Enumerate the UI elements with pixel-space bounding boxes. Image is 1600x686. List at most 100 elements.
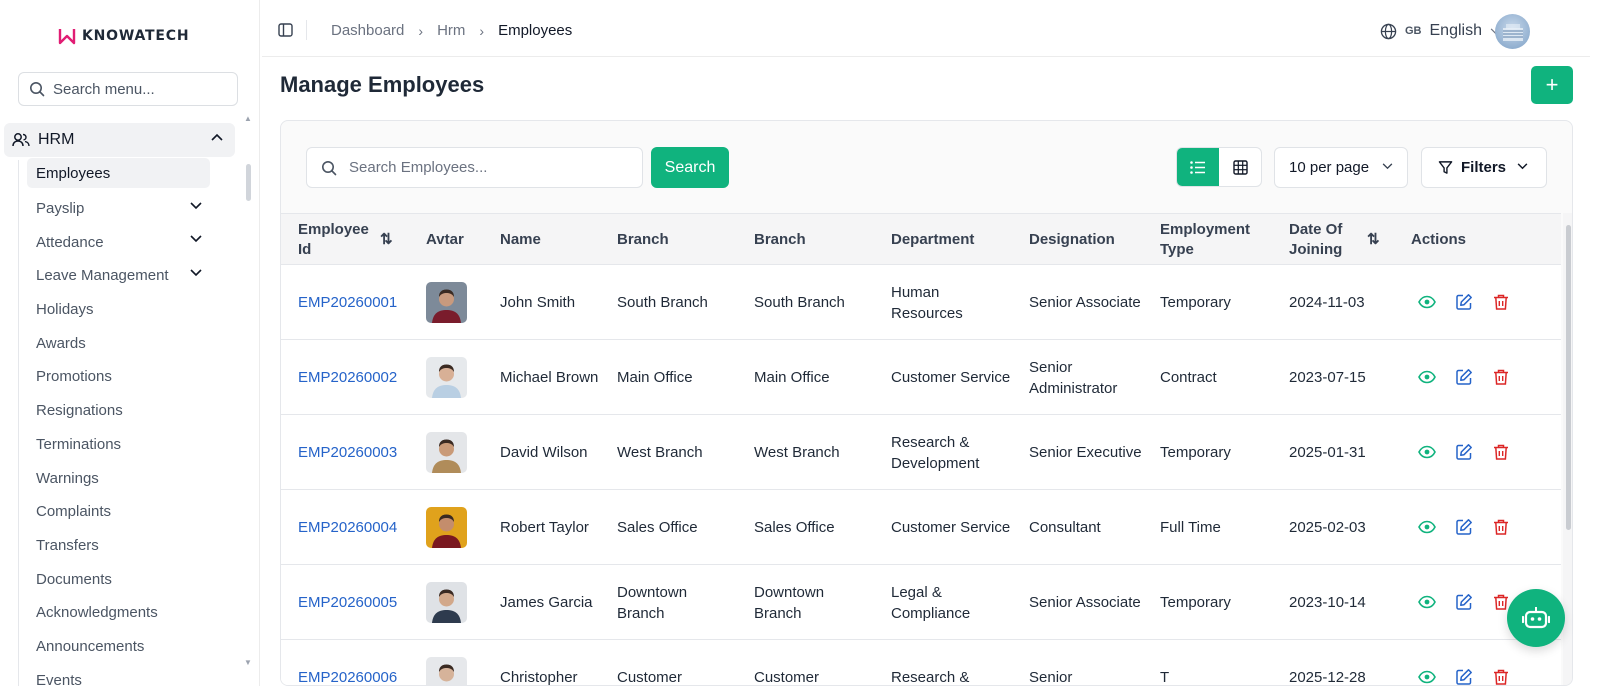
sidebar-item-leave-management[interactable]: Leave Management [27,259,212,293]
view-icon[interactable] [1418,368,1436,386]
list-view-button[interactable] [1177,148,1219,186]
sidebar-item-holidays[interactable]: Holidays [27,293,212,327]
sidebar-item-transfers[interactable]: Transfers [27,529,212,563]
per-page-select[interactable]: 10 per page [1274,147,1408,188]
department-cell: Research & Development [891,433,980,472]
view-icon[interactable] [1418,293,1436,311]
employee-search[interactable] [306,147,643,188]
search-button[interactable]: Search [651,147,729,188]
branch-cell: Sales Office [617,519,698,536]
view-icon[interactable] [1418,593,1436,611]
sidebar-item-events[interactable]: Events [27,663,212,686]
employee-id-link[interactable]: EMP20260006 [298,640,408,685]
column-header-label: Branch [617,230,669,248]
breadcrumb-hrm[interactable]: Hrm [437,22,465,39]
branch-cell: West Branch [617,444,703,461]
department-cell: Customer Service [891,369,1011,386]
employee-avatar [426,657,467,685]
employees-card: Search 10 per page Filters Employee Id ⇅… [280,120,1573,686]
language-selector[interactable]: GB English [1380,22,1501,40]
list-icon [1190,160,1205,174]
column-header-branch-2: Branch [754,214,806,265]
view-icon[interactable] [1418,518,1436,536]
brand-logo[interactable]: KNOWATECH [58,27,189,45]
delete-icon[interactable] [1492,668,1510,685]
sidebar-search-input[interactable] [53,80,223,98]
sidebar-item-label: Leave Management [36,267,169,285]
view-icon[interactable] [1418,443,1436,461]
breadcrumb-dashboard[interactable]: Dashboard [331,22,404,39]
employee-name: John Smith [500,294,576,311]
sidebar-item-employees[interactable]: Employees [27,158,210,188]
column-header-date-of-joining[interactable]: Date Of Joining [1289,214,1359,265]
grid-view-button[interactable] [1219,148,1261,186]
employee-id-link[interactable]: EMP20260001 [298,265,408,340]
edit-icon[interactable] [1455,518,1473,536]
delete-icon[interactable] [1492,293,1510,311]
edit-icon[interactable] [1455,443,1473,461]
delete-icon[interactable] [1492,518,1510,536]
column-header-label: Department [891,230,975,248]
sidebar-item-warnings[interactable]: Warnings [27,461,212,495]
chevron-down-icon [190,235,202,243]
sidebar-item-promotions[interactable]: Promotions [27,360,212,394]
sidebar-item-complaints[interactable]: Complaints [27,495,212,529]
employee-search-input[interactable] [349,159,619,176]
employee-name: Robert Taylor [500,519,589,536]
edit-icon[interactable] [1455,293,1473,311]
chatbot-button[interactable] [1507,589,1565,647]
edit-icon[interactable] [1455,368,1473,386]
sidebar-toggle-icon[interactable] [278,23,293,37]
table-row: EMP20260004 Robert Taylor Sales Office Sale… [281,490,1561,565]
filters-button[interactable]: Filters [1421,147,1547,188]
table-scroll-thumb[interactable] [1566,225,1571,530]
sidebar-item-terminations[interactable]: Terminations [27,428,212,462]
edit-icon[interactable] [1455,593,1473,611]
employee-avatar [426,357,467,398]
branch-cell-2: Sales Office [754,519,835,536]
sidebar-item-awards[interactable]: Awards [27,326,212,360]
column-header-department: Department [891,214,974,265]
table-row: EMP20260003 David Wilson West Branch West B… [281,415,1561,490]
sidebar-item-payslip[interactable]: Payslip [27,192,212,226]
delete-icon[interactable] [1492,443,1510,461]
grid-icon [1232,159,1248,175]
employee-id-link[interactable]: EMP20260005 [298,565,408,640]
sidebar-scrollbar[interactable]: ▲ ▼ [244,114,252,686]
sidebar-scroll-thumb[interactable] [246,164,251,201]
chevron-down-icon [190,269,202,277]
sidebar-item-acknowledgments[interactable]: Acknowledgments [27,596,212,630]
sidebar-group-hrm[interactable]: HRM [4,123,235,157]
employee-id-link[interactable]: EMP20260003 [298,415,408,490]
employee-id-link[interactable]: EMP20260002 [298,340,408,415]
sidebar-item-documents[interactable]: Documents [27,562,212,596]
table-row: EMP20260002 Michael Brown Main Office Main … [281,340,1561,415]
column-header-employee-id[interactable]: Employee Id [298,214,369,265]
sort-icon[interactable]: ⇅ [380,214,393,265]
scroll-up-icon[interactable]: ▲ [244,114,252,123]
divider [306,20,307,40]
user-avatar[interactable] [1495,14,1530,49]
employee-name: David Wilson [500,444,588,461]
sidebar-item-announcements[interactable]: Announcements [27,630,212,664]
employment-type-cell: Temporary [1160,444,1231,461]
sidebar-item-resignations[interactable]: Resignations [27,394,212,428]
edit-icon[interactable] [1455,668,1473,685]
sidebar-item-label: Acknowledgments [36,604,158,622]
chevron-right-icon: › [479,22,485,39]
sort-icon[interactable]: ⇅ [1367,214,1380,265]
column-header-designation: Designation [1029,214,1115,265]
column-header-employment-type: Employment Type [1160,214,1260,265]
add-employee-button[interactable]: + [1531,66,1573,104]
delete-icon[interactable] [1492,368,1510,386]
column-header-label: Actions [1411,230,1467,248]
view-icon[interactable] [1418,668,1436,685]
delete-icon[interactable] [1492,593,1510,611]
designation-cell: Senior Associate [1029,594,1141,611]
scroll-down-icon[interactable]: ▼ [244,658,252,667]
employee-id-link[interactable]: EMP20260004 [298,490,408,565]
sidebar-item-attendance[interactable]: Attedance [27,225,212,259]
column-header-actions: Actions [1411,214,1466,265]
sidebar-search[interactable] [18,72,238,106]
department-cell: Legal & Compliance [891,583,971,622]
